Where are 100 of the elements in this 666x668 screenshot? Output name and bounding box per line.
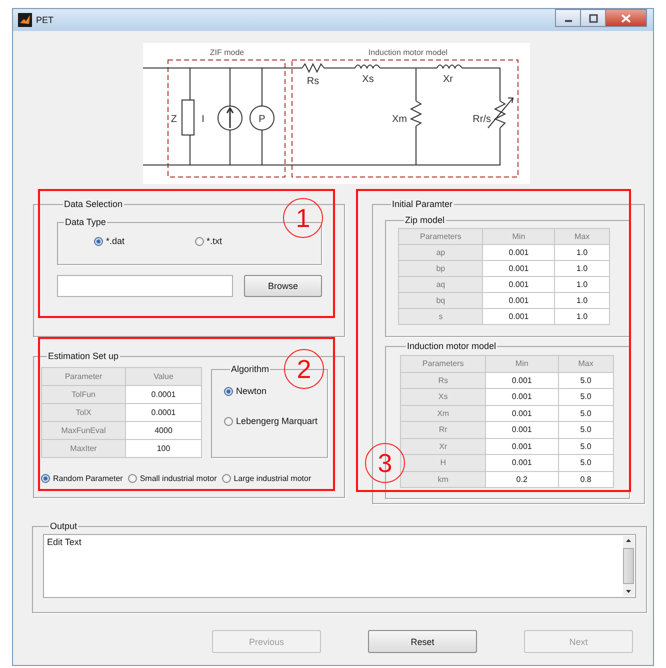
table-cell[interactable]: 5.0 xyxy=(558,405,614,422)
maximize-icon xyxy=(588,14,598,22)
table-cell[interactable]: 0.001 xyxy=(486,405,558,422)
close-button[interactable] xyxy=(605,9,647,27)
column-header: Max xyxy=(554,228,610,244)
radio-button[interactable] xyxy=(224,416,233,426)
table-cell[interactable]: 0.001 xyxy=(482,292,555,308)
row-header: MaxFunEval xyxy=(42,422,126,440)
row-header: Rr xyxy=(400,422,486,438)
group-title: Estimation Set up xyxy=(47,351,120,361)
minimize-button[interactable] xyxy=(555,9,581,27)
table-cell[interactable]: 0.001 xyxy=(486,422,558,438)
table-cell[interactable]: 100 xyxy=(126,440,202,458)
row-header: MaxIter xyxy=(42,440,126,458)
row-header: Rs xyxy=(400,372,486,388)
annotation-number: 3 xyxy=(365,443,405,483)
row-header: km xyxy=(400,471,486,488)
table-cell[interactable]: 0.2 xyxy=(486,471,558,488)
scroll-thumb[interactable] xyxy=(623,548,634,584)
table-cell[interactable]: 0.001 xyxy=(486,438,558,454)
row-header: aq xyxy=(398,276,483,292)
row-header: bp xyxy=(398,260,483,276)
table-cell[interactable]: 0.001 xyxy=(486,372,558,388)
maximize-button[interactable] xyxy=(580,9,606,27)
output-text: Edit Text xyxy=(47,537,82,547)
table-cell[interactable]: 0.001 xyxy=(482,244,555,260)
group-title: Data Selection xyxy=(63,199,124,209)
radio-button[interactable] xyxy=(94,236,103,246)
table-cell[interactable]: 5.0 xyxy=(558,422,614,438)
table-cell[interactable]: 1.0 xyxy=(554,244,610,260)
row-header: Xm xyxy=(400,405,486,422)
radio-option[interactable]: Small industrial motor xyxy=(128,474,217,483)
column-header: Value xyxy=(126,368,202,386)
column-header: Parameters xyxy=(400,356,486,372)
table-cell[interactable]: 1.0 xyxy=(554,292,610,308)
table-cell[interactable]: 0.001 xyxy=(486,454,558,471)
column-header: Min xyxy=(486,356,558,372)
radio-button[interactable] xyxy=(41,474,50,483)
row-header: TolX xyxy=(42,404,126,422)
output-text-area[interactable]: Edit Text xyxy=(43,534,636,598)
circuit-label: Z xyxy=(170,114,177,125)
table-cell[interactable]: 0.001 xyxy=(486,388,558,405)
group-title: Output xyxy=(49,521,78,531)
row-header: H xyxy=(400,454,486,471)
row-header: s xyxy=(398,308,483,324)
annotation-number: 1 xyxy=(283,198,323,238)
table-cell[interactable]: 5.0 xyxy=(558,438,614,454)
circuit-label: P xyxy=(258,114,266,125)
table-cell[interactable]: 0.001 xyxy=(482,276,555,292)
row-header: bq xyxy=(398,292,483,308)
circuit-label: Rs xyxy=(306,76,320,87)
group-title: Data Type xyxy=(64,217,107,227)
group-title: Initial Paramter xyxy=(391,199,454,209)
radio-option[interactable]: Random Parameter xyxy=(41,474,123,483)
column-header: Parameter xyxy=(42,368,126,386)
minimize-icon xyxy=(564,20,572,22)
radio-button[interactable] xyxy=(224,386,233,396)
table-cell[interactable]: 5.0 xyxy=(558,372,614,388)
scrollbar[interactable] xyxy=(623,536,634,596)
table-cell[interactable]: 0.001 xyxy=(482,260,555,276)
browse-button[interactable]: Browse xyxy=(244,275,322,297)
column-header: Min xyxy=(482,228,555,244)
radio-button[interactable] xyxy=(222,474,231,483)
close-icon xyxy=(621,14,631,22)
row-header: TolFun xyxy=(42,386,126,404)
radio-option[interactable]: Lebengerg Marquart xyxy=(224,416,327,426)
app-icon xyxy=(18,13,32,27)
radio-button[interactable] xyxy=(194,236,204,246)
table-cell[interactable]: 0.0001 xyxy=(126,386,202,404)
file-path-field[interactable] xyxy=(57,275,233,297)
group-title: Induction motor model xyxy=(406,341,498,351)
table-cell[interactable]: 4000 xyxy=(126,422,202,440)
circuit-label: Xm xyxy=(392,114,407,125)
radio-option[interactable]: Large industrial motor xyxy=(222,474,312,483)
circuit-label: Rr/s xyxy=(472,114,491,125)
radio-option[interactable]: Newton xyxy=(224,386,327,396)
row-header: Xs xyxy=(400,388,486,405)
table-cell[interactable]: 1.0 xyxy=(554,308,610,324)
radio-button[interactable] xyxy=(128,474,137,483)
group-title: Algorithm xyxy=(230,364,270,374)
table-cell[interactable]: 1.0 xyxy=(554,276,610,292)
annotation-number: 2 xyxy=(284,349,324,389)
circuit-label: Xr xyxy=(443,74,453,85)
nav-button[interactable]: Reset xyxy=(368,630,477,653)
radio-option[interactable]: *.txt xyxy=(194,236,222,246)
radio-option[interactable]: *.dat xyxy=(94,236,125,246)
column-header: Max xyxy=(558,356,614,372)
table-cell[interactable]: 0.8 xyxy=(558,471,614,488)
table-cell[interactable]: 0.001 xyxy=(482,308,555,324)
table-cell[interactable]: 5.0 xyxy=(558,454,614,471)
diagram-caption: ZIF mode xyxy=(210,48,244,57)
diagram-caption: Induction motor model xyxy=(368,48,448,57)
group-title: Zip model xyxy=(404,215,446,225)
table-cell[interactable]: 5.0 xyxy=(558,388,614,405)
circuit-label: I xyxy=(202,114,204,125)
circuit-label: Xs xyxy=(362,74,374,85)
column-header: Parameters xyxy=(398,228,483,244)
table-cell[interactable]: 0.0001 xyxy=(126,404,202,422)
table-cell[interactable]: 1.0 xyxy=(554,260,610,276)
row-header: Xr xyxy=(400,438,486,454)
